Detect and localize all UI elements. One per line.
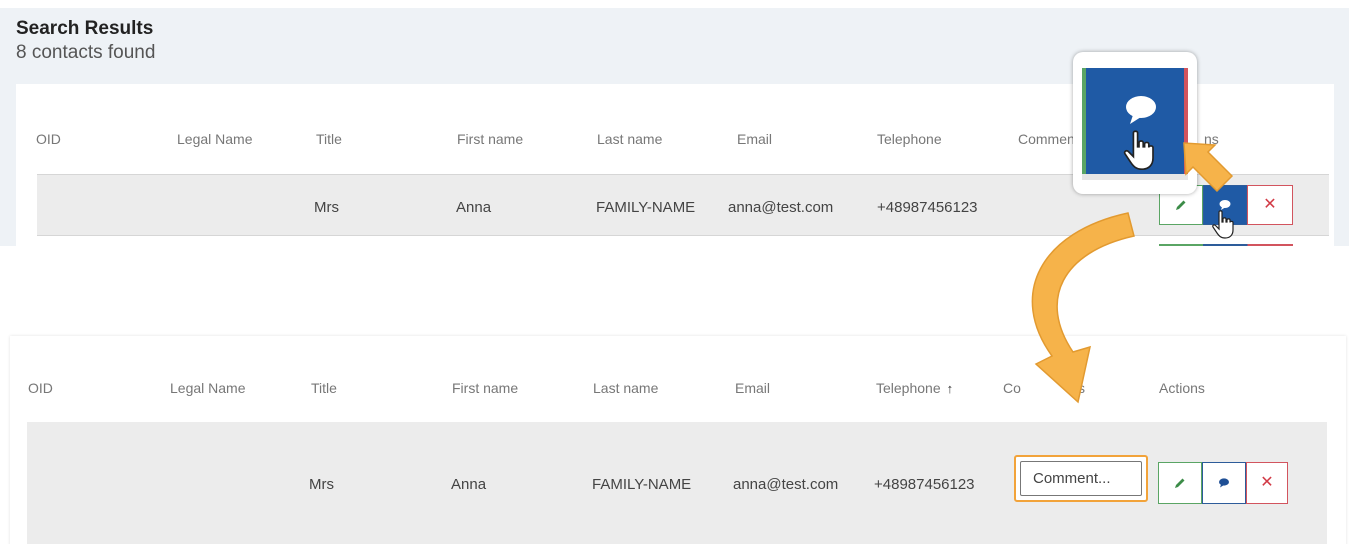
column-header-telephone-label: Telephone xyxy=(876,380,941,396)
cell-first-name: Anna xyxy=(451,476,487,493)
sort-ascending-icon[interactable]: ↑ xyxy=(947,381,954,396)
edit-button[interactable] xyxy=(1158,462,1202,504)
column-header-title[interactable]: Title xyxy=(311,380,337,396)
column-header-title[interactable]: Title xyxy=(316,131,342,147)
speech-bubble-icon xyxy=(1126,96,1156,124)
comment-button[interactable] xyxy=(1202,462,1246,504)
hand-pointer-icon xyxy=(1212,210,1234,239)
results-title: Search Results xyxy=(16,18,154,39)
cell-telephone: +48987456123 xyxy=(877,199,978,216)
cell-email: anna@test.com xyxy=(728,199,834,216)
close-icon: ✕ xyxy=(1260,474,1274,491)
column-header-telephone[interactable]: Telephone ↑ xyxy=(876,380,953,396)
column-header-legal-name[interactable]: Legal Name xyxy=(170,380,246,396)
column-header-comments[interactable]: Commen xyxy=(1018,131,1075,147)
delete-button[interactable]: ✕ xyxy=(1246,462,1288,504)
comment-input[interactable] xyxy=(1020,461,1142,496)
cell-title: Mrs xyxy=(309,476,334,493)
speech-bubble-icon xyxy=(1219,478,1229,488)
delete-button[interactable]: ✕ xyxy=(1247,185,1293,225)
column-header-oid[interactable]: OID xyxy=(28,380,53,396)
pencil-icon xyxy=(1176,200,1186,210)
close-icon: ✕ xyxy=(1263,196,1277,213)
column-header-legal-name[interactable]: Legal Name xyxy=(177,131,253,147)
column-header-actions[interactable]: Actions xyxy=(1159,380,1205,396)
results-count: 8 contacts found xyxy=(16,42,156,63)
cell-title: Mrs xyxy=(314,199,339,216)
contacts-table-after: OID Legal Name Title First name Last nam… xyxy=(10,336,1346,544)
column-header-last-name[interactable]: Last name xyxy=(593,380,658,396)
column-header-first-name[interactable]: First name xyxy=(452,380,518,396)
cell-last-name: FAMILY-NAME xyxy=(592,476,692,493)
cell-email: anna@test.com xyxy=(733,476,839,493)
hand-pointer-icon xyxy=(1123,130,1154,171)
zoomed-comment-button xyxy=(1082,68,1188,174)
zoom-callout xyxy=(1073,52,1197,194)
action-buttons-edge xyxy=(1159,244,1293,246)
column-header-comments-right[interactable]: s xyxy=(1078,380,1085,396)
pencil-icon xyxy=(1175,478,1185,488)
column-header-telephone[interactable]: Telephone xyxy=(877,131,942,147)
column-header-oid[interactable]: OID xyxy=(36,131,61,147)
cell-last-name: FAMILY-NAME xyxy=(596,199,696,216)
column-header-email[interactable]: Email xyxy=(737,131,772,147)
zoom-bottom-edge xyxy=(1082,174,1188,180)
cell-first-name: Anna xyxy=(456,199,492,216)
column-header-actions[interactable]: ns xyxy=(1204,131,1219,147)
cell-telephone: +48987456123 xyxy=(874,476,975,493)
comment-field-highlight xyxy=(1014,455,1148,502)
column-header-email[interactable]: Email xyxy=(735,380,770,396)
column-header-comments-left[interactable]: Co xyxy=(1003,380,1021,396)
column-header-last-name[interactable]: Last name xyxy=(597,131,662,147)
column-header-first-name[interactable]: First name xyxy=(457,131,523,147)
